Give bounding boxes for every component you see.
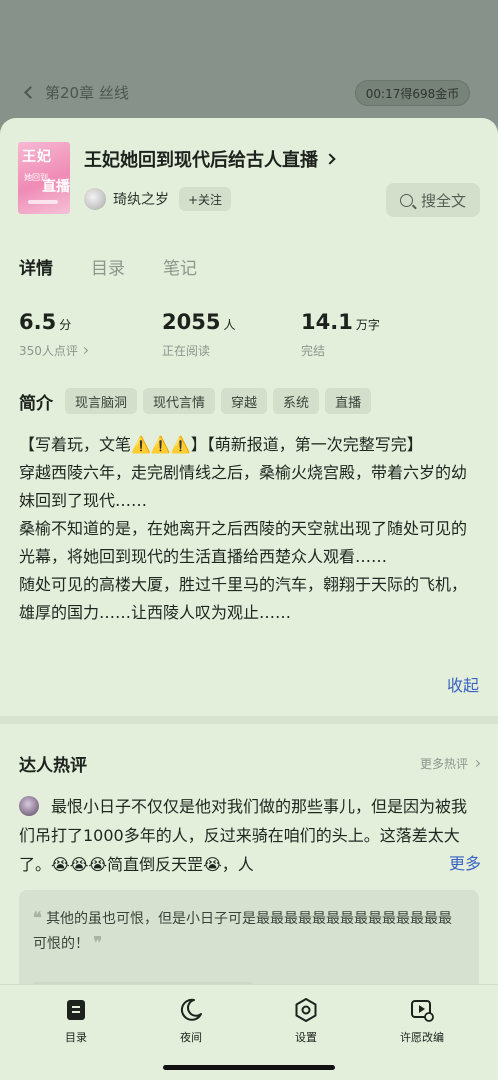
- genre-tag[interactable]: 穿越: [221, 388, 268, 414]
- synopsis-paragraph: 【写着玩，文笔⚠️⚠️⚠️】【萌新报道，第一次完整写完】: [19, 435, 423, 454]
- reviews-header: 达人热评 更多热评: [19, 751, 481, 776]
- nav-settings[interactable]: 设置: [266, 997, 346, 1045]
- intro-label: 简介: [19, 393, 53, 414]
- nav-night-mode[interactable]: 夜间: [151, 997, 231, 1045]
- book-title-link[interactable]: 王妃她回到现代后给古人直播: [84, 146, 336, 172]
- settings-icon: [295, 998, 317, 1022]
- cover-art-glyph: 直播: [42, 179, 70, 195]
- synopsis-paragraph: 穿越西陵六年，走完剧情线之后，桑榆火烧宫殿，带着六岁的幼妹回到了现代……: [19, 463, 468, 510]
- author-avatar[interactable]: [84, 188, 106, 210]
- nav-wish-label: 许愿改编: [400, 1031, 444, 1044]
- search-fulltext-button[interactable]: 搜全文: [386, 183, 480, 217]
- synopsis-text: 【写着玩，文笔⚠️⚠️⚠️】【萌新报道，第一次完整写完】 穿越西陵六年，走完剧情…: [19, 431, 481, 627]
- book-cover[interactable]: 王妃 她回到 直播: [18, 142, 70, 214]
- stat-readers: 2055 人 正在阅读: [162, 310, 235, 359]
- book-stats: 6.5 分 350人点评 2055 人 正在阅读 14.1 万字 完结: [19, 310, 479, 370]
- reviewer-avatar[interactable]: [19, 796, 39, 816]
- review-expand-link[interactable]: 更多: [418, 850, 481, 874]
- tab-details[interactable]: 详情: [19, 254, 53, 279]
- review-text: 最恨小日子不仅仅是他对我们做的那些事儿，但是因为被我们吊打了1000多年的人，反…: [19, 797, 468, 874]
- intro-header: 简介 现言脑洞 现代言情 穿越 系统 直播: [19, 388, 377, 414]
- chapter-back-button[interactable]: 第20章 丝线: [24, 82, 129, 103]
- words-unit: 万字: [355, 318, 380, 332]
- nav-catalog-label: 目录: [65, 1031, 87, 1044]
- follow-button[interactable]: +关注: [179, 187, 232, 211]
- chevron-right-icon: [324, 153, 336, 165]
- reading-reward-timer[interactable]: 00:17得698金币: [355, 80, 470, 106]
- reviews-title: 达人热评: [19, 756, 87, 776]
- genre-tag[interactable]: 直播: [325, 388, 372, 414]
- detail-tabs: 详情 目录 笔记: [19, 254, 235, 279]
- nav-catalog[interactable]: 目录: [36, 997, 116, 1045]
- top-review[interactable]: 最恨小日子不仅仅是他对我们做的那些事儿，但是因为被我们吊打了1000多年的人，反…: [19, 792, 481, 879]
- chevron-left-icon: [24, 86, 37, 99]
- search-fulltext-label: 搜全文: [420, 191, 466, 210]
- nav-settings-label: 设置: [295, 1031, 317, 1044]
- readers-label: 正在阅读: [162, 344, 211, 358]
- book-header: 王妃 她回到 直播 王妃她回到现代后给古人直播 琦纨之岁 +关注 搜全文: [18, 142, 480, 238]
- nav-night-label: 夜间: [180, 1031, 202, 1044]
- home-indicator: [163, 1065, 335, 1070]
- bottom-toolbar: 目录 夜间 设置 许愿改编: [0, 984, 498, 1080]
- tab-notes[interactable]: 笔记: [163, 254, 197, 279]
- genre-tag[interactable]: 现代言情: [143, 388, 216, 414]
- author-name[interactable]: 琦纨之岁: [113, 189, 169, 209]
- reader-background: [0, 0, 498, 125]
- cover-decoration: [28, 200, 58, 204]
- genre-tag[interactable]: 现言脑洞: [65, 388, 138, 414]
- book-detail-sheet: 王妃 她回到 直播 王妃她回到现代后给古人直播 琦纨之岁 +关注 搜全文 详情 …: [0, 118, 498, 1080]
- stat-words: 14.1 万字 完结: [301, 310, 380, 359]
- moon-icon: [180, 998, 202, 1021]
- catalog-icon: [67, 1000, 85, 1020]
- completion-status: 完结: [301, 344, 326, 358]
- chevron-right-icon: [472, 759, 481, 768]
- tab-catalog[interactable]: 目录: [91, 254, 125, 279]
- words-value: 14.1: [301, 310, 353, 334]
- score-reviews-count: 350人点评: [19, 344, 78, 358]
- reply-quote: ❝ 其他的虽也可恨，但是小日子可是最最最最最最最最最最最最最最可恨的！ ❞: [33, 906, 465, 956]
- readers-value: 2055: [162, 310, 221, 334]
- quote-close-icon: ❞: [93, 933, 103, 952]
- chevron-right-icon: [80, 346, 88, 355]
- quote-open-icon: ❝: [33, 908, 42, 927]
- readers-unit: 人: [223, 318, 236, 332]
- collapse-synopsis-link[interactable]: 收起: [447, 672, 479, 696]
- chapter-title: 第20章 丝线: [45, 84, 129, 102]
- genre-tag[interactable]: 系统: [273, 388, 320, 414]
- section-divider: [0, 716, 498, 724]
- search-icon: [399, 193, 413, 207]
- score-unit: 分: [59, 318, 72, 332]
- book-title: 王妃她回到现代后给古人直播: [84, 150, 318, 171]
- more-reviews-link[interactable]: 更多热评: [419, 755, 481, 772]
- cover-title-art: 王妃: [22, 149, 52, 165]
- nav-wish-adapt[interactable]: 许愿改编: [382, 997, 462, 1045]
- stat-score[interactable]: 6.5 分 350人点评: [19, 310, 88, 359]
- score-value: 6.5: [19, 310, 57, 334]
- synopsis-paragraph: 桑榆不知道的是，在她离开之后西陵的天空就出现了随处可见的光幕，将她回到现代的生活…: [19, 519, 468, 566]
- synopsis-paragraph: 随处可见的高楼大厦，胜过千里马的汽车，翱翔于天际的飞机，雄厚的国力……让西陵人叹…: [19, 575, 468, 622]
- author-row: 琦纨之岁 +关注: [84, 187, 232, 211]
- wish-video-icon: [411, 1000, 434, 1022]
- more-reviews-label: 更多热评: [419, 757, 468, 771]
